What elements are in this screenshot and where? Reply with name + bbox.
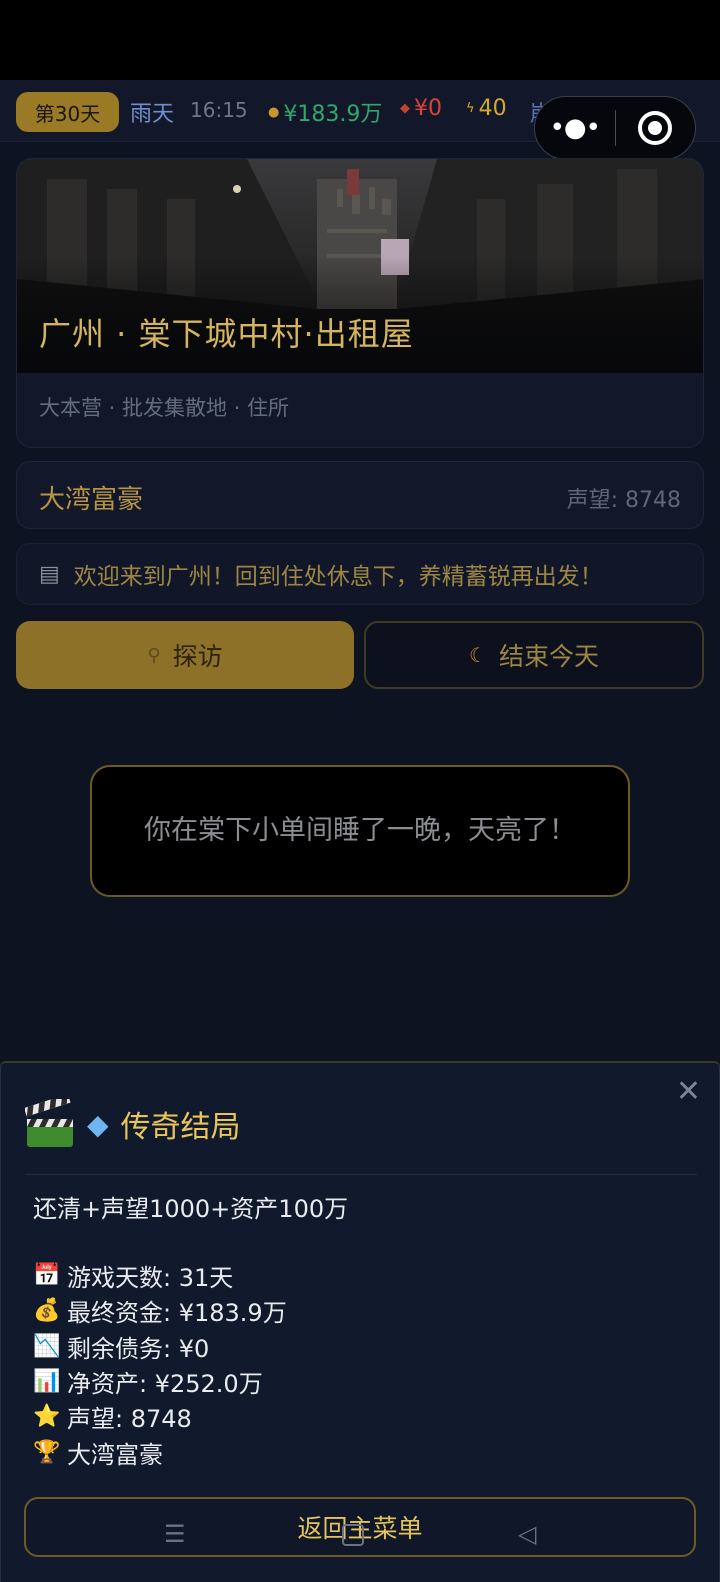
location-title: 广州 · 棠下城中村·出租屋	[39, 315, 414, 353]
lightning-icon: ϟ	[466, 101, 475, 116]
stat-row-money: 💰 最终资金: ¥183.9万	[33, 1298, 287, 1328]
bar-chart-icon: 📊	[33, 1369, 61, 1395]
energy-value: 40	[478, 96, 507, 121]
explore-button[interactable]: ⚲ 探访	[16, 621, 354, 689]
explore-label: 探访	[172, 642, 223, 671]
modal-header: ◆ 传奇结局	[25, 1099, 241, 1149]
newspaper-icon: ▤	[39, 561, 60, 587]
debt-stat: ◆ ¥0	[400, 96, 442, 121]
gem-icon: ◆	[87, 1107, 109, 1141]
menu-icon[interactable]: ☰	[164, 1520, 186, 1554]
moon-icon: ☾	[469, 643, 487, 667]
calendar-icon: 📅	[33, 1263, 61, 1289]
modal-divider	[25, 1174, 697, 1175]
stat-row-title: 🏆 大湾富豪	[33, 1439, 163, 1469]
stat-row-debt: 📉 剩余债务: ¥0	[33, 1333, 210, 1363]
star-icon: ⭐	[33, 1404, 61, 1430]
stat-row-days: 📅 游戏天数: 31天	[33, 1263, 234, 1293]
clapperboard-icon	[25, 1099, 73, 1147]
time-label: 16:15	[190, 98, 248, 122]
stat-row-net-assets: 📊 净资产: ¥252.0万	[33, 1369, 263, 1399]
target-icon	[638, 111, 673, 145]
back-icon[interactable]: ◁	[518, 1520, 536, 1554]
end-day-label: 结束今天	[498, 642, 599, 671]
welcome-banner: ▤ 欢迎来到广州！回到住处休息下，养精蓄锐再出发！	[16, 543, 704, 605]
ending-title: 传奇结局	[120, 1110, 241, 1145]
money-bag-icon: 💰	[33, 1298, 61, 1324]
close-icon[interactable]: ✕	[676, 1077, 701, 1107]
ending-condition: 还清+声望1000+资产100万	[33, 1195, 349, 1223]
app-root: 第30天 雨天 16:15 ● ¥183.9万 ◆ ¥0 ϟ 40 崩溃 •●•	[0, 0, 720, 1582]
ending-stats: 📅 游戏天数: 31天 💰 最终资金: ¥183.9万 📉 剩余债务: ¥0 📊…	[33, 1258, 287, 1470]
coin-icon: ●	[268, 104, 280, 120]
location-tags: 大本营 · 批发集散地 · 住所	[39, 396, 290, 420]
miniprogram-capsule: •●•	[534, 96, 696, 160]
location-card: 广州 · 棠下城中村·出租屋 大本营 · 批发集散地 · 住所	[16, 158, 704, 448]
rank-card: 大湾富豪 声望: 8748	[16, 461, 704, 529]
close-target-button[interactable]	[616, 111, 696, 145]
more-dots-icon[interactable]: •●•	[535, 113, 615, 143]
debt-icon: ◆	[400, 101, 410, 116]
magnifier-icon: ⚲	[147, 644, 161, 666]
welcome-text: 欢迎来到广州！回到住处休息下，养精蓄锐再出发！	[73, 564, 603, 590]
energy-stat: ϟ 40	[466, 96, 507, 121]
weather-label: 雨天	[130, 102, 175, 127]
trophy-icon: 🏆	[33, 1439, 61, 1465]
day-badge: 第30天	[16, 92, 119, 132]
money-value: ¥183.9万	[283, 102, 383, 127]
home-icon[interactable]	[342, 1520, 364, 1554]
fame-value: 声望: 8748	[566, 488, 681, 513]
status-bar	[0, 0, 720, 80]
rank-title: 大湾富豪	[39, 485, 144, 515]
chart-down-icon: 📉	[33, 1333, 61, 1359]
debt-value: ¥0	[414, 96, 442, 121]
stat-row-fame: ⭐ 声望: 8748	[33, 1404, 192, 1434]
sleep-toast: 你在棠下小单间睡了一晚，天亮了！	[90, 765, 630, 897]
money-stat: ● ¥183.9万	[268, 96, 382, 128]
end-day-button[interactable]: ☾ 结束今天	[364, 621, 704, 689]
